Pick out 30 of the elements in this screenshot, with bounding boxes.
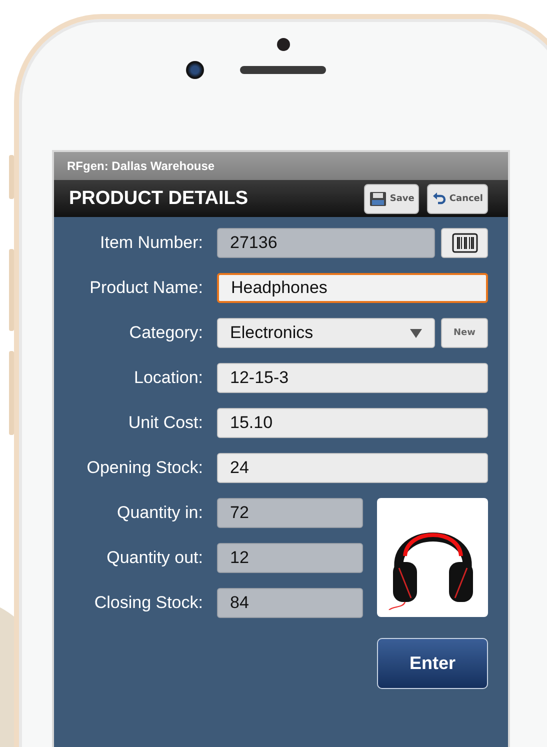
field-label: Unit Cost: — [127, 413, 203, 433]
field-label: Quantity out: — [106, 548, 203, 568]
window-title: RFgen: Dallas Warehouse — [67, 159, 215, 173]
new-button[interactable]: New — [441, 318, 488, 348]
sensor-dot — [277, 38, 290, 51]
field-label: Location: — [133, 368, 203, 388]
field-label: Category: — [128, 323, 203, 343]
save-button[interactable]: Save — [364, 184, 420, 214]
field-label: Closing Stock: — [93, 593, 203, 613]
input-field[interactable]: 72 — [217, 498, 363, 528]
field-label: Product Name: — [88, 278, 203, 298]
field-label: Item Number: — [99, 233, 203, 253]
undo-arrow-icon — [432, 192, 446, 206]
field-label: Quantity in: — [116, 503, 203, 523]
input-field[interactable]: 84 — [217, 588, 363, 618]
barcode-icon — [452, 233, 478, 253]
input-field[interactable]: 15.10 — [217, 408, 488, 438]
input-field[interactable]: 12 — [217, 543, 363, 573]
caret-icon — [410, 328, 422, 338]
input-field[interactable]: 12-15-3 — [217, 363, 488, 393]
page-title: PRODUCT DETAILS — [69, 188, 248, 210]
enter-button[interactable]: Enter — [377, 638, 488, 689]
input-field[interactable]: 27136 — [217, 228, 435, 258]
field-label: Opening Stock: — [86, 458, 203, 478]
input-field[interactable]: 24 — [217, 453, 488, 483]
category-dropdown[interactable]: Electronics — [217, 318, 435, 348]
barcode-button[interactable] — [441, 228, 488, 258]
camera-icon — [186, 61, 204, 79]
input-field[interactable]: Headphones — [217, 273, 488, 303]
cancel-button[interactable]: Cancel — [427, 184, 488, 214]
